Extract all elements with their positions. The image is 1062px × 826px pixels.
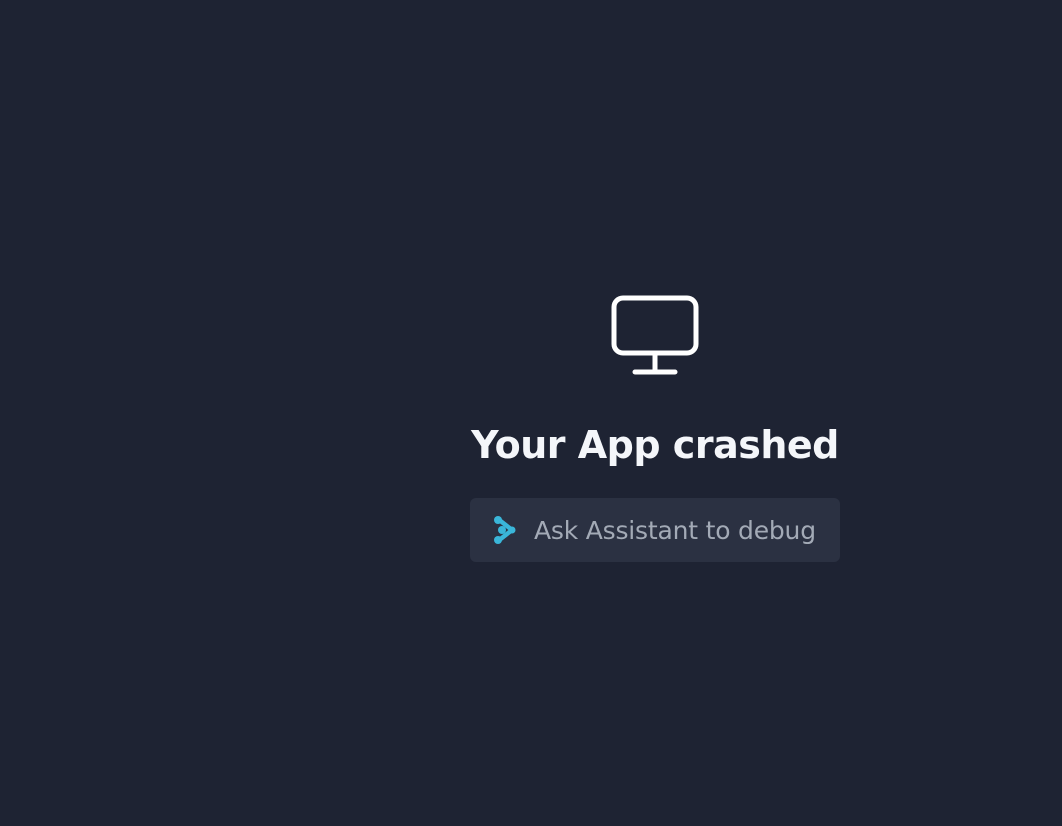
crash-title: Your App crashed	[471, 423, 839, 467]
ask-assistant-debug-label: Ask Assistant to debug	[534, 515, 816, 545]
app-crash-screen: Your App crashed Ask Assistant to debug	[0, 0, 1062, 826]
crash-panel: Your App crashed Ask Assistant to debug	[470, 294, 840, 562]
assistant-icon	[494, 516, 516, 544]
ask-assistant-debug-button[interactable]: Ask Assistant to debug	[470, 498, 840, 562]
monitor-icon	[611, 295, 699, 375]
